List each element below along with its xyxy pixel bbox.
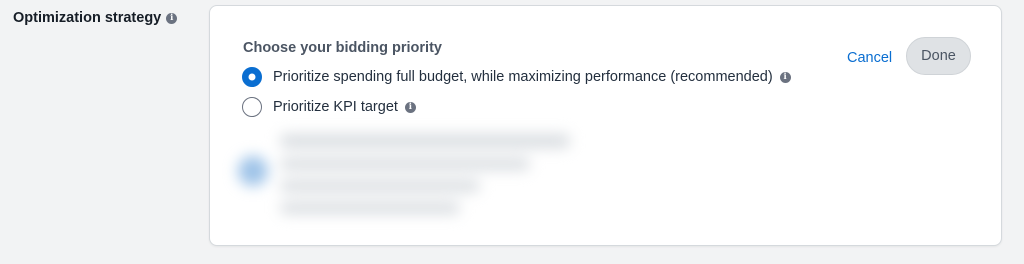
radio-unselected[interactable] bbox=[242, 97, 262, 117]
done-button[interactable]: Done bbox=[906, 37, 971, 75]
option-prioritize-kpi-target[interactable]: Prioritize KPI target i bbox=[242, 97, 416, 117]
blurred-content bbox=[230, 128, 590, 228]
info-icon[interactable]: i bbox=[166, 12, 178, 24]
option-prioritize-full-budget[interactable]: Prioritize spending full budget, while m… bbox=[242, 67, 791, 87]
radio-selected[interactable] bbox=[242, 67, 262, 87]
blurred-avatar bbox=[238, 156, 268, 186]
blurred-line bbox=[280, 134, 570, 148]
option-label: Prioritize KPI target bbox=[273, 99, 398, 115]
bidding-priority-panel: Choose your bidding priority Prioritize … bbox=[209, 5, 1002, 246]
optimization-strategy-label: Optimization strategy i bbox=[13, 10, 178, 26]
info-icon[interactable]: i bbox=[404, 101, 416, 113]
option-label: Prioritize spending full budget, while m… bbox=[273, 69, 773, 85]
info-icon[interactable]: i bbox=[779, 71, 791, 83]
blurred-line bbox=[280, 202, 460, 214]
section-label-text: Optimization strategy bbox=[13, 10, 162, 26]
cancel-link[interactable]: Cancel bbox=[847, 50, 892, 66]
blurred-line bbox=[280, 180, 480, 192]
panel-heading: Choose your bidding priority bbox=[243, 40, 442, 56]
blurred-line bbox=[280, 158, 530, 170]
